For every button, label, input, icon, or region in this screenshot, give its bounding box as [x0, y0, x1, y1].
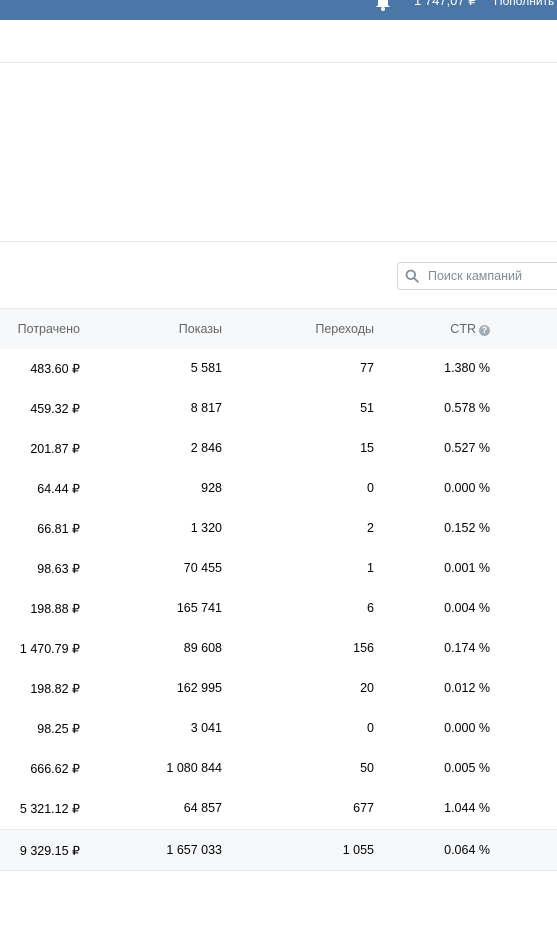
- ctr-cell: 0.012 %: [444, 681, 490, 695]
- column-header-ctr-label[interactable]: CTR: [450, 322, 476, 336]
- spent-cell: 66.81 ₽: [37, 522, 80, 536]
- table-row[interactable]: 483.60 ₽ 5 581 77 1.380 %: [0, 349, 557, 389]
- clicks-cell: 20: [360, 681, 374, 695]
- spent-cell: 666.62 ₽: [30, 762, 80, 776]
- table-row[interactable]: 66.81 ₽ 1 320 2 0.152 %: [0, 509, 557, 549]
- ctr-cell: 1.380 %: [444, 361, 490, 375]
- table-row[interactable]: 459.32 ₽ 8 817 51 0.578 %: [0, 389, 557, 429]
- clicks-cell: 0: [367, 481, 374, 495]
- impressions-cell: 1 320: [190, 521, 222, 535]
- search-icon: [405, 269, 419, 283]
- spent-cell: 1 470.79 ₽: [19, 642, 80, 656]
- spent-cell: 198.82 ₽: [30, 682, 80, 696]
- ctr-cell: 0.578 %: [444, 401, 490, 415]
- table-row[interactable]: 1 470.79 ₽ 89 608 156 0.174 %: [0, 629, 557, 669]
- clicks-cell: 677: [353, 801, 374, 815]
- ctr-cell: 0.174 %: [444, 641, 490, 655]
- impressions-cell: 928: [201, 481, 222, 495]
- table-row[interactable]: 98.63 ₽ 70 455 1 0.001 %: [0, 549, 557, 589]
- table-row[interactable]: 5 321.12 ₽ 64 857 677 1.044 %: [0, 789, 557, 829]
- balance: 1 747,07 ₽: [414, 0, 477, 8]
- spent-cell: 459.32 ₽: [30, 402, 80, 416]
- clicks-cell: 51: [360, 401, 374, 415]
- topup-link[interactable]: Пополнить: [494, 0, 554, 8]
- ctr-cell: 0.000 %: [444, 481, 490, 495]
- divider: [0, 62, 557, 63]
- impressions-cell: 162 995: [176, 681, 222, 695]
- total-spent: 9 329.15 ₽: [19, 844, 80, 858]
- impressions-cell: 64 857: [183, 801, 222, 815]
- total-clicks: 1 055: [342, 843, 374, 857]
- column-header-impressions[interactable]: Показы: [179, 322, 222, 336]
- spent-cell: 198.88 ₽: [30, 602, 80, 616]
- clicks-cell: 6: [367, 601, 374, 615]
- impressions-cell: 89 608: [183, 641, 222, 655]
- search-box[interactable]: [397, 262, 557, 290]
- ctr-cell: 0.000 %: [444, 721, 490, 735]
- spent-cell: 98.25 ₽: [37, 722, 80, 736]
- ctr-cell: 0.004 %: [444, 601, 490, 615]
- impressions-cell: 2 846: [190, 441, 222, 455]
- ctr-cell: 1.044 %: [444, 801, 490, 815]
- spent-cell: 5 321.12 ₽: [19, 802, 80, 816]
- impressions-cell: 8 817: [190, 401, 222, 415]
- total-ctr: 0.064 %: [444, 843, 490, 857]
- spent-cell: 64.44 ₽: [37, 482, 80, 496]
- ctr-cell: 0.527 %: [444, 441, 490, 455]
- impressions-cell: 70 455: [183, 561, 222, 575]
- clicks-cell: 2: [367, 521, 374, 535]
- table-row[interactable]: 666.62 ₽ 1 080 844 50 0.005 %: [0, 749, 557, 789]
- impressions-cell: 3 041: [190, 721, 222, 735]
- table-row[interactable]: 64.44 ₽ 928 0 0.000 %: [0, 469, 557, 509]
- table-row[interactable]: 198.82 ₽ 162 995 20 0.012 %: [0, 669, 557, 709]
- clicks-cell: 1: [367, 561, 374, 575]
- impressions-cell: 5 581: [190, 361, 222, 375]
- ctr-cell: 0.005 %: [444, 761, 490, 775]
- clicks-cell: 15: [360, 441, 374, 455]
- impressions-cell: 165 741: [176, 601, 222, 615]
- clicks-cell: 156: [353, 641, 374, 655]
- table-row[interactable]: 198.88 ₽ 165 741 6 0.004 %: [0, 589, 557, 629]
- spent-cell: 483.60 ₽: [30, 362, 80, 376]
- column-header-clicks[interactable]: Переходы: [315, 322, 374, 336]
- total-impressions: 1 657 033: [166, 843, 222, 857]
- table-row[interactable]: 98.25 ₽ 3 041 0 0.000 %: [0, 709, 557, 749]
- help-icon[interactable]: ?: [479, 325, 490, 336]
- spent-cell: 98.63 ₽: [37, 562, 80, 576]
- search-input[interactable]: [428, 266, 557, 286]
- ctr-cell: 0.152 %: [444, 521, 490, 535]
- bell-icon[interactable]: [374, 0, 392, 12]
- clicks-cell: 77: [360, 361, 374, 375]
- clicks-cell: 50: [360, 761, 374, 775]
- column-header-ctr[interactable]: CTR?: [450, 322, 490, 336]
- total-row: 9 329.15 ₽ 1 657 033 1 055 0.064 %: [0, 829, 557, 871]
- top-bar: 1 747,07 ₽ Пополнить: [0, 0, 557, 20]
- spent-cell: 201.87 ₽: [30, 442, 80, 456]
- column-header-spent[interactable]: Потрачено: [18, 322, 80, 336]
- table-row[interactable]: 201.87 ₽ 2 846 15 0.527 %: [0, 429, 557, 469]
- divider: [0, 241, 557, 242]
- table-header: Потрачено Показы Переходы CTR?: [0, 308, 557, 349]
- ctr-cell: 0.001 %: [444, 561, 490, 575]
- clicks-cell: 0: [367, 721, 374, 735]
- impressions-cell: 1 080 844: [166, 761, 222, 775]
